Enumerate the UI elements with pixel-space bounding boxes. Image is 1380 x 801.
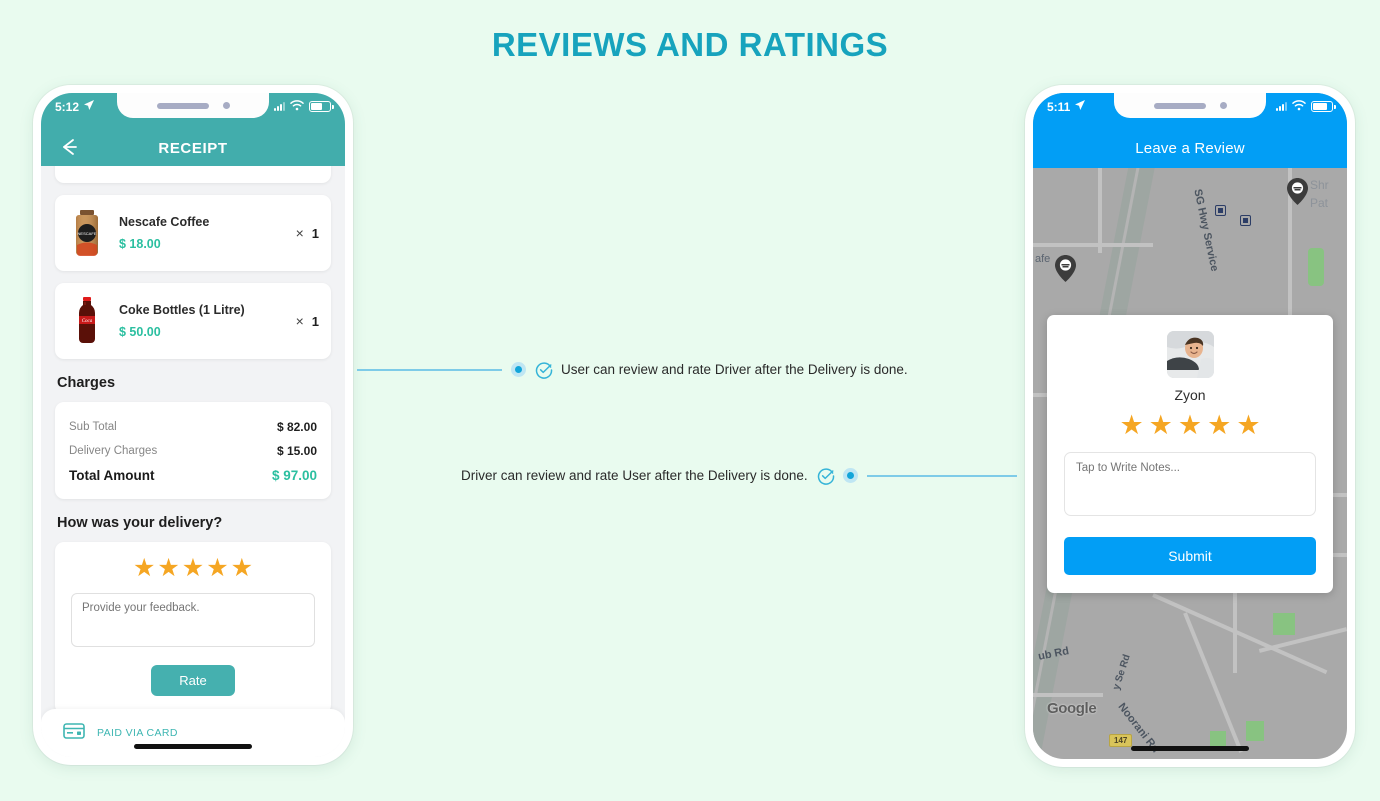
status-time: 5:12 <box>55 99 80 114</box>
connector-line <box>357 368 502 371</box>
map-label: Shr <box>1310 178 1329 192</box>
battery-icon <box>1311 101 1336 112</box>
star-icon[interactable]: ★ <box>206 556 228 581</box>
star-icon[interactable]: ★ <box>1149 412 1173 439</box>
status-time: 5:11 <box>1047 99 1071 114</box>
charges-card: Sub Total $ 82.00 Delivery Charges $ 15.… <box>55 402 331 499</box>
star-icon[interactable]: ★ <box>1236 412 1260 439</box>
check-circle-icon <box>817 467 834 485</box>
nescafe-coffee-jar-image: NESCAFE <box>67 208 107 258</box>
receipt-screen: $ 14.00 <box>41 93 345 757</box>
phone-mockup-leave-review: SG Hwy Service Crowne Plaza Ahmedabad Ci… <box>1025 85 1355 767</box>
charge-row-subtotal: Sub Total $ 82.00 <box>69 415 317 439</box>
signal-bars-icon <box>1276 102 1287 111</box>
star-icon[interactable]: ★ <box>182 556 204 581</box>
star-icon[interactable]: ★ <box>133 556 155 581</box>
page-title: REVIEWS AND RATINGS <box>491 26 889 63</box>
star-icon[interactable]: ★ <box>1207 412 1231 439</box>
app-bar-title: RECEIPT <box>158 140 228 157</box>
wifi-icon <box>290 99 304 114</box>
phone-notch <box>117 93 269 118</box>
charge-value: $ 82.00 <box>276 420 317 434</box>
charge-label: Sub Total <box>69 421 117 433</box>
map-pin-place[interactable] <box>1287 178 1308 205</box>
charge-row-total: Total Amount $ 97.00 <box>69 463 317 488</box>
map-label: Pat <box>1310 196 1329 210</box>
driver-avatar-photo <box>1166 331 1214 378</box>
google-attribution: Google <box>1047 700 1097 717</box>
charge-value: $ 15.00 <box>276 444 317 458</box>
item-qty-value: 1 <box>311 225 319 241</box>
front-camera <box>1219 102 1227 109</box>
map-label: y Se Rd <box>1111 653 1133 692</box>
speaker-grill <box>156 102 209 109</box>
annotation-text: User can review and rate Driver after th… <box>561 362 908 377</box>
paid-via-card-label: PAID VIA CARD <box>97 727 178 739</box>
receipt-scroll-area[interactable]: $ 14.00 <box>41 149 345 714</box>
annotation-text: Driver can review and rate User after th… <box>461 468 808 483</box>
delivery-rating-heading: How was your delivery? <box>57 515 223 531</box>
item-name: Coke Bottles (1 Litre) <box>119 303 245 317</box>
item-quantity: × 1 <box>296 225 319 241</box>
multiply-icon: × <box>295 225 304 241</box>
multiply-icon: × <box>295 313 304 329</box>
map-label: afe <box>1035 253 1051 265</box>
annotation-user-reviews-driver: User can review and rate Driver after th… <box>357 361 908 379</box>
map-pin-cafe[interactable] <box>1055 255 1076 282</box>
star-rating[interactable]: ★ ★ ★ ★ ★ <box>71 556 315 581</box>
delivery-rating-card: ★ ★ ★ ★ ★ Rate <box>55 542 331 714</box>
home-indicator <box>1131 746 1249 751</box>
svg-text:NESCAFE: NESCAFE <box>78 231 97 236</box>
transit-marker-icon <box>1215 205 1226 216</box>
star-rating[interactable]: ★ ★ ★ ★ ★ <box>1064 412 1316 439</box>
callout-dot <box>842 468 858 483</box>
phone-notch <box>1114 93 1266 118</box>
wifi-icon <box>1292 99 1306 114</box>
paid-via-card-bar: PAID VIA CARD <box>41 709 345 757</box>
star-icon[interactable]: ★ <box>157 556 179 581</box>
map-label: SG Hwy Service <box>1191 188 1221 273</box>
submit-button[interactable]: Submit <box>1064 537 1316 575</box>
item-price: $ 18.00 <box>119 237 161 251</box>
feedback-input[interactable] <box>71 593 315 647</box>
item-qty-value: 1 <box>311 313 319 329</box>
transit-marker-icon <box>1240 215 1251 226</box>
home-indicator <box>134 744 252 749</box>
rate-button[interactable]: Rate <box>151 665 235 696</box>
charge-row-delivery: Delivery Charges $ 15.00 <box>69 439 317 463</box>
annotation-driver-reviews-user: Driver can review and rate User after th… <box>461 467 1017 485</box>
notes-input[interactable] <box>1064 452 1316 516</box>
coke-bottle-image: Coca <box>67 296 107 346</box>
driver-name: Zyon <box>1174 387 1206 403</box>
connector-line <box>866 474 1017 477</box>
app-bar-title: Leave a Review <box>1135 140 1245 157</box>
item-quantity: × 1 <box>296 313 319 329</box>
total-value: $ 97.00 <box>271 468 317 483</box>
total-label: Total Amount <box>69 468 155 483</box>
front-camera <box>222 102 230 109</box>
receipt-item-row[interactable]: Coca Coke Bottles (1 Litre) $ 50.00 × 1 <box>55 283 331 359</box>
location-arrow-icon <box>1074 99 1086 114</box>
charge-label: Delivery Charges <box>69 445 158 457</box>
highway-shield-147: 147 <box>1109 734 1133 747</box>
star-icon[interactable]: ★ <box>1178 412 1202 439</box>
star-icon[interactable]: ★ <box>1119 412 1143 439</box>
item-name: Nescafe Coffee <box>119 215 210 229</box>
credit-card-icon <box>63 722 85 744</box>
svg-text:Coca: Coca <box>82 319 93 324</box>
back-arrow-icon[interactable] <box>56 134 82 160</box>
leave-review-card: Zyon ★ ★ ★ ★ ★ Submit <box>1047 315 1333 593</box>
page-root: REVIEWS AND RATINGS $ 14.00 <box>0 0 1380 801</box>
signal-bars-icon <box>274 102 285 111</box>
star-icon[interactable]: ★ <box>231 556 253 581</box>
callout-dot <box>511 362 526 377</box>
check-circle-icon <box>535 361 553 379</box>
battery-icon <box>309 101 334 112</box>
receipt-item-row[interactable]: NESCAFE Nescafe Coffee $ 18.00 × 1 <box>55 195 331 271</box>
phone-mockup-receipt: $ 14.00 <box>33 85 353 765</box>
speaker-grill <box>1153 102 1206 109</box>
location-arrow-icon <box>83 99 95 114</box>
charges-heading: Charges <box>57 375 116 391</box>
item-price: $ 50.00 <box>119 325 161 339</box>
